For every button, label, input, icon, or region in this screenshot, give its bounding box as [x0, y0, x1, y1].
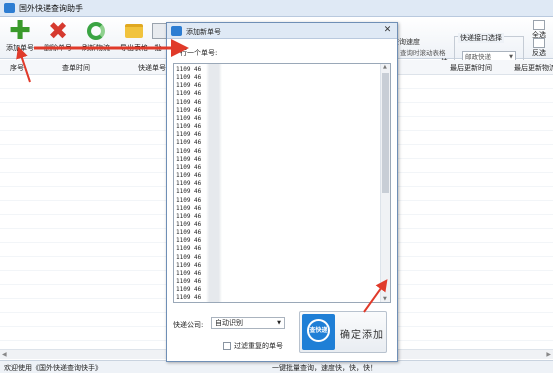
add-number-label: 添加单号: [6, 44, 34, 52]
invert-select-icon: [533, 38, 545, 48]
tracking-number-line: 1109 46: [176, 204, 202, 212]
delete-number-button[interactable]: ✖ 删除单号: [40, 19, 76, 57]
company-select[interactable]: 自动识别 ▼: [211, 317, 285, 329]
export-table-button[interactable]: 导出表格: [116, 19, 152, 57]
tracking-number-line: 1109 46: [176, 237, 202, 245]
tracking-number-line: 1109 46: [176, 139, 202, 147]
tracking-number-line: 1109 46: [176, 188, 202, 196]
tracking-number-line: 1109 46: [176, 253, 202, 261]
close-icon[interactable]: ✕: [382, 25, 393, 36]
tracking-number-line: 1109 46: [176, 278, 202, 286]
tracking-number-line: 1109 46: [176, 90, 202, 98]
dialog-titlebar: 添加新单号 ✕: [167, 23, 397, 39]
col-tracking-number[interactable]: 快递单号: [138, 63, 166, 73]
tracking-number-line: 1109 46: [176, 123, 202, 131]
tracking-number-line: 1109 46: [176, 196, 202, 204]
app-icon: [171, 26, 182, 36]
tracking-number-list: 1109 46 1109 46 1109 46 1109 46 1109 46 1109 …: [176, 66, 202, 302]
tracking-number-line: 1109 46: [176, 74, 202, 82]
folder-icon: [123, 20, 145, 42]
invert-select-label: 反选: [532, 49, 546, 57]
col-last-update-time[interactable]: 最后更新时间: [450, 63, 492, 73]
company-select-value: 自动识别: [215, 319, 243, 327]
export-table-label: 导出表格: [120, 44, 148, 52]
dedupe-label: 过滤重复的单号: [234, 342, 283, 350]
input-hint: 一行一个单号:: [173, 49, 218, 57]
tracking-number-line: 1109 46: [176, 66, 202, 73]
tracking-number-line: 1109 46: [176, 286, 202, 294]
tracking-number-line: 1109 46: [176, 82, 202, 90]
batch-button[interactable]: 批: [150, 19, 170, 57]
company-label: 快递公司:: [173, 321, 204, 329]
tracking-number-line: 1109 46: [176, 220, 202, 228]
textarea-scrollbar[interactable]: ▲ ▼: [380, 64, 390, 302]
realtime-scroll-label: 查询时滚动表格: [400, 49, 446, 57]
col-last-update-logistics[interactable]: 最后更新物流: [514, 63, 553, 73]
tracking-number-line: 1109 46: [176, 147, 202, 155]
scroll-up-icon[interactable]: ▲: [383, 64, 387, 70]
logo-text: 查快递: [309, 327, 328, 334]
delete-number-label: 删除单号: [44, 44, 72, 52]
window-title: 国外快递查询助手: [19, 3, 83, 13]
tracking-number-line: 1109 46: [176, 294, 202, 302]
scroll-right-icon[interactable]: ▶: [546, 351, 551, 358]
tracking-number-line: 1109 46: [176, 163, 202, 171]
scroll-left-icon[interactable]: ◀: [2, 351, 7, 358]
checkbox-box[interactable]: [223, 342, 231, 350]
tracking-number-line: 1109 46: [176, 180, 202, 188]
scroll-down-icon[interactable]: ▼: [383, 296, 387, 302]
select-all-icon: [533, 20, 545, 30]
status-slogan: 一键批量查询，速度快，快，快！: [272, 364, 377, 372]
tracking-number-line: 1109 46: [176, 114, 202, 122]
tracking-number-line: 1109 46: [176, 106, 202, 114]
confirm-add-button[interactable]: 查快递 确定添加: [299, 311, 387, 353]
tracking-number-line: 1109 46: [176, 245, 202, 253]
tracking-number-line: 1109 46: [176, 155, 202, 163]
dedupe-checkbox[interactable]: 过滤重复的单号: [223, 341, 283, 351]
status-welcome: 欢迎使用《国外快递查询快手》: [4, 364, 102, 372]
col-index[interactable]: 序号: [10, 63, 24, 73]
batch-label: 批: [154, 44, 162, 52]
refresh-logistics-label: 刷新物流: [82, 44, 110, 52]
tracking-number-line: 1109 46: [176, 229, 202, 237]
tracking-number-line: 1109 46: [176, 212, 202, 220]
tracking-number-line: 1109 46: [176, 131, 202, 139]
add-number-button[interactable]: ✚ 添加单号: [2, 16, 38, 57]
dialog-title: 添加新单号: [186, 28, 221, 36]
tracking-number-line: 1109 46: [176, 261, 202, 269]
cross-icon: ✖: [47, 17, 69, 45]
magnifier-logo-icon: 查快递: [302, 314, 335, 350]
refresh-logistics-button[interactable]: 刷新物流: [78, 19, 114, 57]
plus-icon: ✚: [9, 16, 31, 46]
chevron-down-icon: ▼: [277, 320, 281, 326]
confirm-add-label: 确定添加: [340, 330, 384, 341]
interface-legend: 快递接口选择: [458, 33, 504, 43]
col-query-time[interactable]: 查单时间: [62, 63, 90, 73]
add-number-dialog: 添加新单号 ✕ 一行一个单号: 1109 46 1109 46 1109 46 110…: [166, 22, 398, 362]
tracking-number-line: 1109 46: [176, 172, 202, 180]
tracking-number-textarea[interactable]: 1109 46 1109 46 1109 46 1109 46 1109 46 1109 …: [173, 63, 391, 303]
redaction-blur: [206, 64, 222, 302]
app-icon: [4, 3, 15, 13]
tracking-number-line: 1109 46: [176, 98, 202, 106]
refresh-icon: [85, 20, 107, 42]
tracking-number-line: 1109 46: [176, 269, 202, 277]
invert-select-button[interactable]: 反选: [528, 37, 550, 59]
main-titlebar: 国外快递查询助手: [0, 0, 553, 17]
scrollbar-thumb[interactable]: [382, 73, 389, 193]
